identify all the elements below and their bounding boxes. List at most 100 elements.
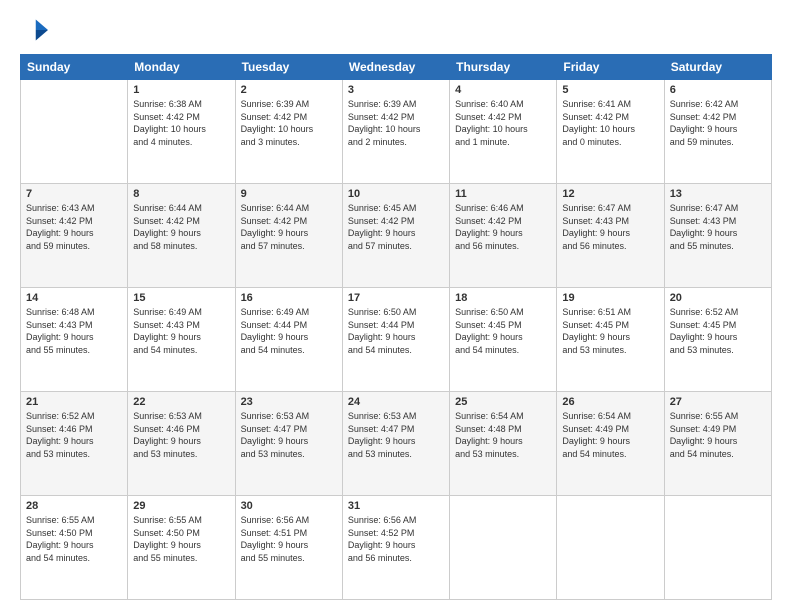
calendar-cell: 27 Sunrise: 6:55 AM Sunset: 4:49 PM Dayli… [664,392,771,496]
calendar-cell: 25 Sunrise: 6:54 AM Sunset: 4:48 PM Dayli… [450,392,557,496]
calendar-cell: 14 Sunrise: 6:48 AM Sunset: 4:43 PM Dayli… [21,288,128,392]
day-number: 5 [562,84,658,96]
page: SundayMondayTuesdayWednesdayThursdayFrid… [0,0,792,612]
day-number: 14 [26,292,122,304]
calendar-cell [450,496,557,600]
calendar-cell: 15 Sunrise: 6:49 AM Sunset: 4:43 PM Dayli… [128,288,235,392]
day-info: Sunrise: 6:54 AM Sunset: 4:49 PM Dayligh… [562,410,658,460]
day-number: 13 [670,188,766,200]
calendar-cell: 17Sunrise: 6:50 AM Sunset: 4:44 PM Dayli… [342,288,449,392]
day-number: 15 [133,292,229,304]
day-number: 25 [455,396,551,408]
day-number: 10 [348,188,444,200]
calendar-row-4: 28 Sunrise: 6:55 AM Sunset: 4:50 PM Dayli… [21,496,772,600]
day-info: Sunrise: 6:55 AM Sunset: 4:50 PM Dayligh… [26,514,122,564]
day-number: 11 [455,188,551,200]
day-header-friday: Friday [557,55,664,80]
day-info: Sunrise: 6:47 AM Sunset: 4:43 PM Dayligh… [562,202,658,252]
calendar-cell: 12Sunrise: 6:47 AM Sunset: 4:43 PM Dayli… [557,184,664,288]
day-number: 21 [26,396,122,408]
day-number: 8 [133,188,229,200]
day-info: Sunrise: 6:39 AM Sunset: 4:42 PM Dayligh… [348,98,444,148]
calendar-cell: 10 Sunrise: 6:45 AM Sunset: 4:42 PM Dayli… [342,184,449,288]
calendar-row-2: 14 Sunrise: 6:48 AM Sunset: 4:43 PM Dayli… [21,288,772,392]
day-number: 24 [348,396,444,408]
day-number: 18 [455,292,551,304]
day-number: 31 [348,500,444,512]
calendar-cell: 29Sunrise: 6:55 AM Sunset: 4:50 PM Dayli… [128,496,235,600]
day-header-wednesday: Wednesday [342,55,449,80]
day-info: Sunrise: 6:52 AM Sunset: 4:46 PM Dayligh… [26,410,122,460]
day-info: Sunrise: 6:55 AM Sunset: 4:49 PM Dayligh… [670,410,766,460]
day-info: Sunrise: 6:40 AM Sunset: 4:42 PM Dayligh… [455,98,551,148]
day-header-tuesday: Tuesday [235,55,342,80]
logo-icon [20,16,48,44]
day-number: 2 [241,84,337,96]
day-info: Sunrise: 6:54 AM Sunset: 4:48 PM Dayligh… [455,410,551,460]
day-info: Sunrise: 6:56 AM Sunset: 4:51 PM Dayligh… [241,514,337,564]
day-info: Sunrise: 6:48 AM Sunset: 4:43 PM Dayligh… [26,306,122,356]
calendar-cell: 3 Sunrise: 6:39 AM Sunset: 4:42 PM Daylig… [342,80,449,184]
day-header-thursday: Thursday [450,55,557,80]
calendar-cell: 6Sunrise: 6:42 AM Sunset: 4:42 PM Daylig… [664,80,771,184]
calendar-cell: 22 Sunrise: 6:53 AM Sunset: 4:46 PM Dayli… [128,392,235,496]
day-info: Sunrise: 6:56 AM Sunset: 4:52 PM Dayligh… [348,514,444,564]
day-info: Sunrise: 6:55 AM Sunset: 4:50 PM Dayligh… [133,514,229,564]
day-info: Sunrise: 6:44 AM Sunset: 4:42 PM Dayligh… [241,202,337,252]
calendar-cell: 31 Sunrise: 6:56 AM Sunset: 4:52 PM Dayli… [342,496,449,600]
calendar-cell: 8 Sunrise: 6:44 AM Sunset: 4:42 PM Daylig… [128,184,235,288]
calendar-cell: 13Sunrise: 6:47 AM Sunset: 4:43 PM Dayli… [664,184,771,288]
day-number: 19 [562,292,658,304]
calendar-cell: 28 Sunrise: 6:55 AM Sunset: 4:50 PM Dayli… [21,496,128,600]
calendar-cell: 1 Sunrise: 6:38 AM Sunset: 4:42 PM Daylig… [128,80,235,184]
day-number: 27 [670,396,766,408]
day-number: 20 [670,292,766,304]
calendar-table: SundayMondayTuesdayWednesdayThursdayFrid… [20,54,772,600]
calendar-cell: 4 Sunrise: 6:40 AM Sunset: 4:42 PM Daylig… [450,80,557,184]
day-number: 28 [26,500,122,512]
calendar-row-0: 1 Sunrise: 6:38 AM Sunset: 4:42 PM Daylig… [21,80,772,184]
day-number: 16 [241,292,337,304]
day-header-saturday: Saturday [664,55,771,80]
day-info: Sunrise: 6:49 AM Sunset: 4:44 PM Dayligh… [241,306,337,356]
calendar-cell: 11 Sunrise: 6:46 AM Sunset: 4:42 PM Dayli… [450,184,557,288]
day-info: Sunrise: 6:53 AM Sunset: 4:47 PM Dayligh… [241,410,337,460]
calendar-cell: 21 Sunrise: 6:52 AM Sunset: 4:46 PM Dayli… [21,392,128,496]
day-number: 1 [133,84,229,96]
logo [20,16,52,44]
day-info: Sunrise: 6:43 AM Sunset: 4:42 PM Dayligh… [26,202,122,252]
calendar-row-3: 21 Sunrise: 6:52 AM Sunset: 4:46 PM Dayli… [21,392,772,496]
calendar-cell: 7 Sunrise: 6:43 AM Sunset: 4:42 PM Daylig… [21,184,128,288]
day-number: 3 [348,84,444,96]
day-info: Sunrise: 6:45 AM Sunset: 4:42 PM Dayligh… [348,202,444,252]
calendar-cell: 20 Sunrise: 6:52 AM Sunset: 4:45 PM Dayli… [664,288,771,392]
calendar-cell: 9 Sunrise: 6:44 AM Sunset: 4:42 PM Daylig… [235,184,342,288]
day-info: Sunrise: 6:53 AM Sunset: 4:46 PM Dayligh… [133,410,229,460]
day-info: Sunrise: 6:46 AM Sunset: 4:42 PM Dayligh… [455,202,551,252]
day-info: Sunrise: 6:38 AM Sunset: 4:42 PM Dayligh… [133,98,229,148]
calendar-cell: 2 Sunrise: 6:39 AM Sunset: 4:42 PM Daylig… [235,80,342,184]
calendar-row-1: 7 Sunrise: 6:43 AM Sunset: 4:42 PM Daylig… [21,184,772,288]
day-info: Sunrise: 6:39 AM Sunset: 4:42 PM Dayligh… [241,98,337,148]
day-info: Sunrise: 6:49 AM Sunset: 4:43 PM Dayligh… [133,306,229,356]
day-number: 23 [241,396,337,408]
day-number: 22 [133,396,229,408]
calendar-cell: 24 Sunrise: 6:53 AM Sunset: 4:47 PM Dayli… [342,392,449,496]
day-number: 4 [455,84,551,96]
header-row: SundayMondayTuesdayWednesdayThursdayFrid… [21,55,772,80]
day-info: Sunrise: 6:53 AM Sunset: 4:47 PM Dayligh… [348,410,444,460]
day-header-sunday: Sunday [21,55,128,80]
day-info: Sunrise: 6:52 AM Sunset: 4:45 PM Dayligh… [670,306,766,356]
day-number: 9 [241,188,337,200]
day-number: 7 [26,188,122,200]
day-info: Sunrise: 6:41 AM Sunset: 4:42 PM Dayligh… [562,98,658,148]
calendar-cell: 19Sunrise: 6:51 AM Sunset: 4:45 PM Dayli… [557,288,664,392]
calendar-cell: 18 Sunrise: 6:50 AM Sunset: 4:45 PM Dayli… [450,288,557,392]
day-number: 26 [562,396,658,408]
calendar-cell [664,496,771,600]
calendar-cell [21,80,128,184]
day-info: Sunrise: 6:50 AM Sunset: 4:45 PM Dayligh… [455,306,551,356]
day-info: Sunrise: 6:44 AM Sunset: 4:42 PM Dayligh… [133,202,229,252]
day-number: 17 [348,292,444,304]
calendar-cell: 16 Sunrise: 6:49 AM Sunset: 4:44 PM Dayli… [235,288,342,392]
